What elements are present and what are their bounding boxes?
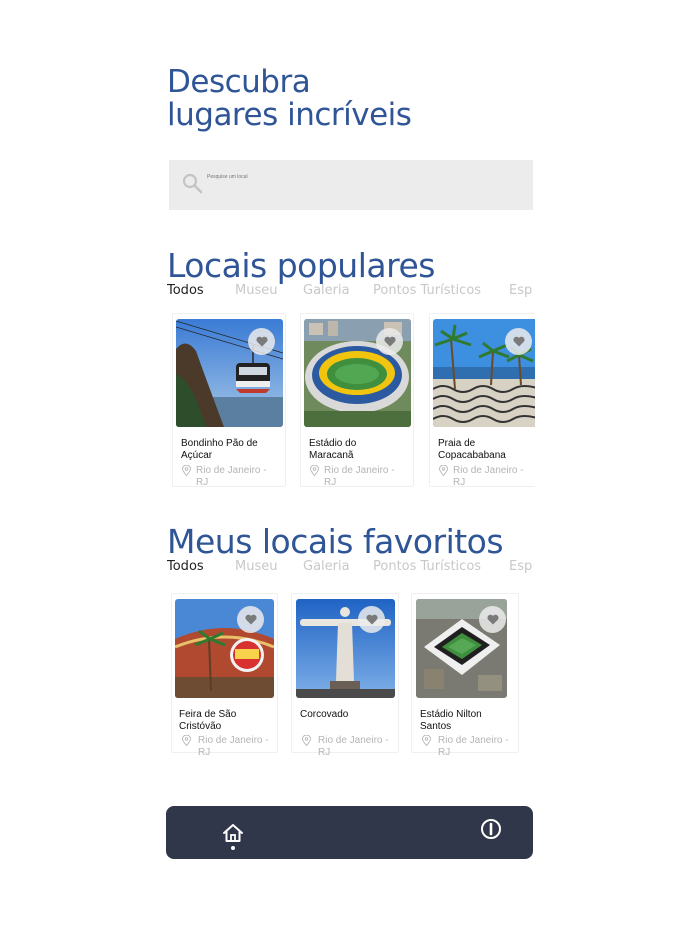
place-location-line2: RJ bbox=[318, 747, 331, 757]
place-name-line1: Estádio Nilton bbox=[420, 709, 482, 720]
place-location-line1: Rio de Janeiro - bbox=[196, 465, 267, 476]
tab-pontos-turisticos[interactable]: Pontos Turísticos bbox=[373, 558, 481, 576]
place-card-corcovado[interactable]: Corcovado Rio de Janeiro - RJ bbox=[291, 593, 399, 757]
page-title: Descubra lugares incríveis bbox=[167, 64, 412, 133]
location-pin-icon bbox=[310, 465, 319, 476]
place-name: Feira de São Cristóvão bbox=[179, 709, 236, 733]
place-location-line2: RJ bbox=[438, 747, 451, 757]
place-location: Rio de Janeiro - RJ bbox=[198, 735, 269, 757]
place-location: Rio de Janeiro - RJ bbox=[196, 465, 267, 489]
location-pin-icon bbox=[422, 735, 431, 746]
favorite-button[interactable] bbox=[376, 328, 403, 355]
tab-todos[interactable]: Todos bbox=[167, 282, 204, 300]
popular-tabs: Todos Museu Galeria Pontos Turísticos Es… bbox=[167, 282, 532, 302]
tab-pontos-turisticos[interactable]: Pontos Turísticos bbox=[373, 282, 481, 300]
favorite-button[interactable] bbox=[237, 606, 264, 633]
place-location-line1: Rio de Janeiro - bbox=[318, 735, 389, 746]
place-location-line1: Rio de Janeiro - bbox=[198, 735, 269, 746]
location-pin-icon bbox=[182, 735, 191, 746]
search-icon[interactable] bbox=[181, 172, 205, 196]
place-name-line2: Maracanã bbox=[309, 450, 354, 461]
favorite-cards: Feira de São Cristóvão Rio de Janeiro - … bbox=[167, 593, 535, 757]
tab-galeria[interactable]: Galeria bbox=[303, 558, 350, 576]
place-location-line1: Rio de Janeiro - bbox=[324, 465, 395, 476]
favorite-button[interactable] bbox=[248, 328, 275, 355]
place-name: Estádio do Maracanã bbox=[309, 438, 356, 462]
place-name: Praia de Copacababana bbox=[438, 438, 506, 462]
search-bar[interactable] bbox=[169, 160, 533, 210]
place-location-line2: RJ bbox=[453, 477, 466, 488]
place-name-line1: Bondinho Pão de bbox=[181, 438, 258, 449]
favorite-button[interactable] bbox=[358, 606, 385, 633]
place-card-nilton-santos[interactable]: Estádio Nilton Santos Rio de Janeiro - R… bbox=[411, 593, 519, 757]
place-card-feira-sao-cristovao[interactable]: Feira de São Cristóvão Rio de Janeiro - … bbox=[171, 593, 278, 757]
place-name: Estádio Nilton Santos bbox=[420, 709, 482, 733]
tab-museu[interactable]: Museu bbox=[235, 558, 277, 576]
place-location-line2: RJ bbox=[196, 477, 209, 488]
popular-section-title: Locais populares bbox=[167, 246, 435, 285]
place-location-line1: Rio de Janeiro - bbox=[438, 735, 509, 746]
place-name-line1: Estádio do bbox=[309, 438, 357, 449]
place-location-line2: RJ bbox=[198, 747, 211, 757]
place-location: Rio de Janeiro - RJ bbox=[453, 465, 524, 489]
place-name-line2: Açúcar bbox=[181, 450, 213, 461]
active-indicator bbox=[231, 846, 235, 850]
tab-esp[interactable]: Esp bbox=[509, 282, 532, 300]
place-name: Bondinho Pão de Açúcar bbox=[181, 438, 258, 462]
favorite-button[interactable] bbox=[479, 606, 506, 633]
favorites-section-title: Meus locais favoritos bbox=[167, 522, 504, 561]
favorites-tabs: Todos Museu Galeria Pontos Turísticos Es… bbox=[167, 558, 532, 578]
info-icon[interactable] bbox=[480, 818, 502, 840]
heart-icon bbox=[383, 336, 396, 347]
place-name-line2: Santos bbox=[420, 721, 452, 732]
place-card-maracana[interactable]: Estádio do Maracanã Rio de Janeiro - RJ bbox=[300, 313, 414, 489]
place-name-line1: Feira de São bbox=[179, 709, 237, 720]
bottom-navbar bbox=[166, 806, 533, 859]
place-location: Rio de Janeiro - RJ bbox=[324, 465, 395, 489]
location-pin-icon bbox=[182, 465, 191, 476]
heart-icon bbox=[486, 614, 499, 625]
location-pin-icon bbox=[302, 735, 311, 746]
place-name: Corcovado bbox=[300, 709, 348, 721]
page-title-line2: lugares incríveis bbox=[167, 97, 412, 133]
tab-galeria[interactable]: Galeria bbox=[303, 282, 350, 300]
heart-icon bbox=[244, 614, 257, 625]
place-location: Rio de Janeiro - RJ bbox=[438, 735, 509, 757]
favorite-button[interactable] bbox=[505, 328, 532, 355]
home-icon[interactable] bbox=[222, 822, 244, 844]
location-pin-icon bbox=[439, 465, 448, 476]
page-title-line1: Descubra bbox=[167, 64, 311, 100]
place-card-bondinho[interactable]: Bondinho Pão de Açúcar Rio de Janeiro - … bbox=[172, 313, 286, 489]
tab-esp[interactable]: Esp bbox=[509, 558, 532, 576]
place-card-copacabana[interactable]: Praia de Copacababana Rio de Janeiro - R… bbox=[429, 313, 535, 489]
heart-icon bbox=[255, 336, 268, 347]
tab-museu[interactable]: Museu bbox=[235, 282, 277, 300]
heart-icon bbox=[365, 614, 378, 625]
heart-icon bbox=[512, 336, 525, 347]
search-input[interactable] bbox=[207, 170, 507, 184]
place-name-line1: Corcovado bbox=[300, 709, 349, 720]
place-location-line1: Rio de Janeiro - bbox=[453, 465, 524, 476]
popular-cards: Bondinho Pão de Açúcar Rio de Janeiro - … bbox=[167, 313, 535, 489]
place-name-line2: Copacababana bbox=[438, 450, 506, 461]
place-name-line1: Praia de bbox=[438, 438, 476, 449]
place-location-line2: RJ bbox=[324, 477, 337, 488]
place-location: Rio de Janeiro - RJ bbox=[318, 735, 389, 757]
tab-todos[interactable]: Todos bbox=[167, 558, 204, 576]
place-name-line2: Cristóvão bbox=[179, 721, 222, 732]
